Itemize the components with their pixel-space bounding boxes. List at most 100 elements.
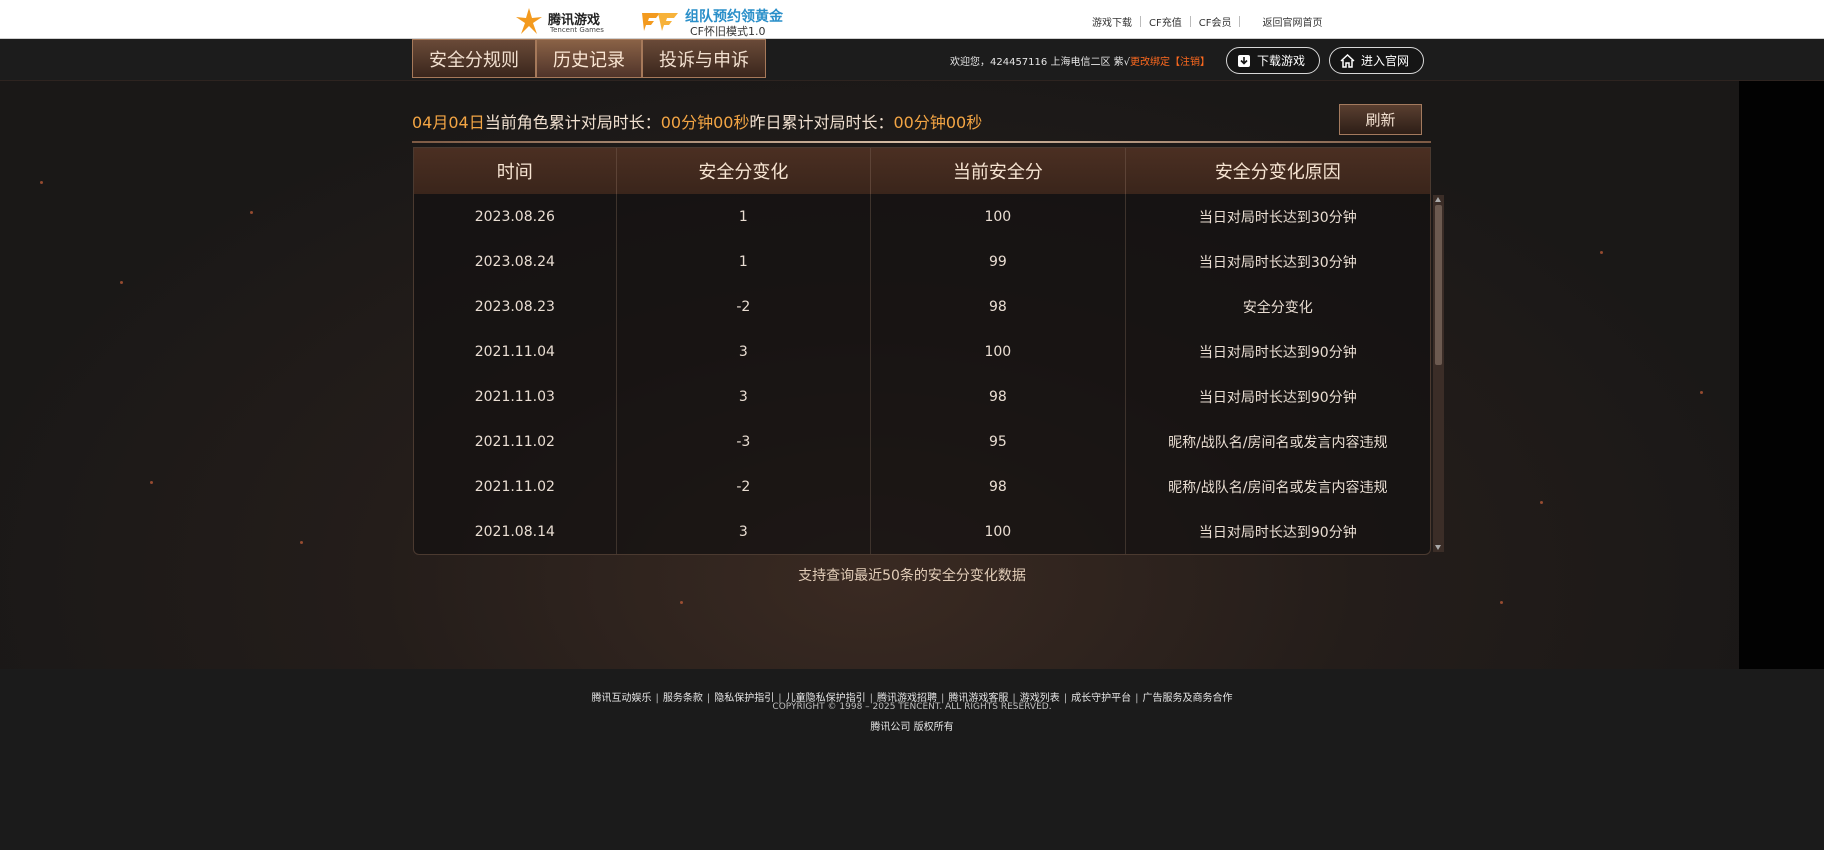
spark-decoration: [300, 541, 303, 544]
link-cf-member[interactable]: CF会员: [1199, 14, 1232, 29]
cell-reason: 当日对局时长达到30分钟: [1198, 209, 1357, 226]
cell-reason: 当日对局时长达到90分钟: [1198, 524, 1357, 541]
tencent-games-logo-icon: [516, 8, 542, 34]
top-links: 游戏下载 CF充值 CF会员 返回官网首页: [1092, 14, 1322, 29]
cell-reason: 安全分变化: [1242, 299, 1313, 316]
download-game-label: 下载游戏: [1257, 54, 1306, 68]
tab-rules[interactable]: 安全分规则: [412, 39, 536, 78]
cell-current-score: 100: [871, 329, 1126, 374]
cell-current-score: 95: [871, 419, 1126, 464]
change-binding-link[interactable]: 更改绑定: [1130, 57, 1170, 68]
cell-time: 2023.08.26: [414, 194, 617, 239]
refresh-button[interactable]: 刷新: [1339, 104, 1422, 135]
scrollbar-thumb[interactable]: [1435, 205, 1442, 365]
column-header-time: 时间: [414, 148, 617, 194]
cell-change: -3: [617, 419, 872, 464]
table-header: 时间 安全分变化 当前安全分 安全分变化原因: [414, 148, 1430, 194]
cf-logo-icon: [642, 13, 678, 31]
table-body[interactable]: 2023.08.26 1 100 当日对局时长达到30分钟 2023.08.24…: [414, 194, 1430, 554]
cell-reason: 当日对局时长达到30分钟: [1198, 254, 1357, 271]
tab-history[interactable]: 历史记录: [536, 39, 642, 78]
copyright-text: COPYRIGHT © 1998 – 2025 TENCENT. ALL RIG…: [772, 702, 1052, 712]
cell-current-score: 98: [871, 284, 1126, 329]
spark-decoration: [1500, 601, 1503, 604]
cf-promo-subtitle: CF怀旧模式1.0: [690, 25, 766, 38]
table-row: 2023.08.23 -2 98 安全分变化: [414, 284, 1430, 329]
footer: 腾讯互动娱乐 | 服务条款 | 隐私保护指引 | 儿童隐私保护指引 | 腾讯游戏招聘 | 腾讯游戏客…: [0, 669, 1824, 850]
download-icon: [1238, 54, 1250, 67]
spark-decoration: [250, 211, 253, 214]
yesterday-playtime-label: 昨日累计对局时长：: [749, 113, 894, 132]
tab-bar: 安全分规则 历史记录 投诉与申诉: [412, 39, 766, 78]
spark-decoration: [1540, 501, 1543, 504]
cell-change: 1: [617, 239, 872, 284]
divider: [1140, 16, 1141, 27]
table-row: 2021.11.04 3 100 当日对局时长达到90分钟: [414, 329, 1430, 374]
cell-change: 1: [617, 194, 872, 239]
tencent-logo-en: Tencent Games: [550, 26, 604, 34]
cell-time: 2021.11.03: [414, 374, 617, 419]
enter-official-site-button[interactable]: 进入官网: [1329, 47, 1424, 74]
cf-promo-logo[interactable]: 组队预约领黄金 CF怀旧模式1.0: [640, 5, 790, 38]
cell-current-score: 99: [871, 239, 1126, 284]
cell-current-score: 98: [871, 464, 1126, 509]
today-playtime-value: 00分钟00秒: [660, 113, 750, 132]
cell-change: 3: [617, 374, 872, 419]
column-header-change: 安全分变化: [617, 148, 872, 194]
table-scrollbar[interactable]: [1433, 195, 1444, 552]
cell-change: 3: [617, 329, 872, 374]
cell-time: 2023.08.24: [414, 239, 617, 284]
tab-complaint[interactable]: 投诉与申诉: [642, 39, 766, 78]
playtime-summary: 04月04日当前角色累计对局时长：00分钟00秒昨日累计对局时长：00分钟00秒: [412, 109, 982, 133]
table-row: 2021.11.03 3 98 当日对局时长达到90分钟: [414, 374, 1430, 419]
cell-time: 2023.08.23: [414, 284, 617, 329]
query-limit-note: 支持查询最近50条的安全分变化数据: [798, 568, 1026, 584]
cell-reason: 当日对局时长达到90分钟: [1198, 389, 1357, 406]
nav-bar: 安全分规则 历史记录 投诉与申诉 欢迎您，424457116 上海电信二区 紫√…: [0, 39, 1824, 81]
cell-time: 2021.08.14: [414, 509, 617, 554]
link-game-download[interactable]: 游戏下载: [1092, 14, 1132, 29]
spark-decoration: [150, 481, 153, 484]
column-header-current-score: 当前安全分: [871, 148, 1126, 194]
divider: [1239, 16, 1241, 27]
spark-decoration: [120, 281, 123, 284]
top-bar: 腾讯游戏 Tencent Games 组队预约领黄金 CF怀旧模式1.0 游戏下…: [0, 0, 1824, 39]
cell-change: -2: [617, 284, 872, 329]
spark-decoration: [40, 181, 43, 184]
table-row: 2021.11.02 -3 95 昵称/战队名/房间名或发言内容违规: [414, 419, 1430, 464]
cell-reason: 昵称/战队名/房间名或发言内容违规: [1168, 434, 1388, 451]
table-row: 2023.08.24 1 99 当日对局时长达到30分钟: [414, 239, 1430, 284]
spark-decoration: [1700, 391, 1703, 394]
divider: [1189, 16, 1191, 27]
column-header-reason: 安全分变化原因: [1214, 162, 1341, 183]
logout-link[interactable]: 【注销】: [1170, 57, 1210, 68]
scroll-down-arrow-icon[interactable]: [1435, 545, 1441, 550]
yesterday-playtime-value: 00分钟00秒: [893, 113, 983, 132]
spark-decoration: [1600, 251, 1603, 254]
link-cf-recharge[interactable]: CF充值: [1149, 14, 1182, 29]
tencent-games-logo[interactable]: 腾讯游戏 Tencent Games: [514, 5, 604, 35]
table-row: 2021.11.02 -2 98 昵称/战队名/房间名或发言内容违规: [414, 464, 1430, 509]
cell-time: 2021.11.04: [414, 329, 617, 374]
enter-official-site-label: 进入官网: [1361, 54, 1410, 68]
scroll-up-arrow-icon[interactable]: [1435, 197, 1441, 202]
table-row: 2021.08.14 3 100 当日对局时长达到90分钟: [414, 509, 1430, 554]
spark-decoration: [680, 601, 683, 604]
cell-change: -2: [617, 464, 872, 509]
today-playtime-label: 当前角色累计对局时长：: [484, 113, 661, 132]
cell-reason: 昵称/战队名/房间名或发言内容违规: [1168, 479, 1388, 496]
link-back-home[interactable]: 返回官网首页: [1262, 14, 1322, 29]
cell-reason: 当日对局时长达到90分钟: [1198, 344, 1357, 361]
cell-current-score: 100: [871, 509, 1126, 554]
cell-change: 3: [617, 509, 872, 554]
owner-text: 腾讯公司 版权所有: [870, 722, 954, 733]
download-game-button[interactable]: 下载游戏: [1226, 47, 1320, 74]
cell-time: 2021.11.02: [414, 464, 617, 509]
home-icon: [1340, 53, 1355, 68]
history-table: 时间 安全分变化 当前安全分 安全分变化原因 2023.08.26 1 100 …: [413, 147, 1431, 555]
welcome-user: 欢迎您，424457116 上海电信二区 紫√: [950, 57, 1130, 68]
table-row: 2023.08.26 1 100 当日对局时长达到30分钟: [414, 194, 1430, 239]
welcome-text: 欢迎您，424457116 上海电信二区 紫√更改绑定【注销】: [950, 53, 1210, 68]
divider-line: [412, 141, 1431, 143]
date-label: 04月04日: [412, 113, 485, 132]
